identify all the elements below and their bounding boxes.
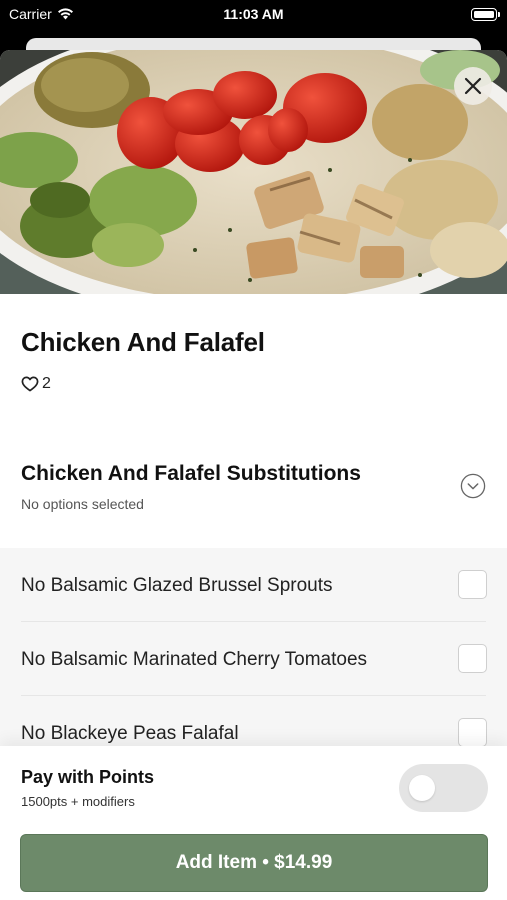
- option-label: No Balsamic Glazed Brussel Sprouts: [21, 575, 333, 596]
- points-cost: 1500pts + modifiers: [21, 794, 135, 809]
- toggle-knob: [409, 775, 435, 801]
- close-icon: [464, 77, 482, 95]
- collapse-group-button[interactable]: [460, 473, 486, 499]
- modifier-group-subtitle: No options selected: [21, 496, 144, 512]
- status-bar: Carrier 11:03 AM: [0, 0, 507, 34]
- option-label: No Balsamic Marinated Cherry Tomatoes: [21, 649, 368, 670]
- item-photo: [0, 50, 507, 294]
- pay-with-points-toggle[interactable]: [399, 764, 488, 812]
- like-count: 2: [42, 375, 51, 392]
- option-label: No Blackeye Peas Falafal: [21, 723, 239, 744]
- item-title: Chicken And Falafel: [21, 327, 265, 357]
- close-button[interactable]: [454, 67, 492, 105]
- battery-icon: [471, 8, 500, 21]
- item-detail-sheet: Chicken And Falafel 2 Chicken And Falafe…: [0, 50, 507, 900]
- like-button[interactable]: 2: [21, 375, 51, 393]
- add-item-button[interactable]: Add Item • $14.99: [20, 834, 488, 892]
- pay-with-points-label: Pay with Points: [21, 767, 155, 787]
- option-row[interactable]: No Balsamic Marinated Cherry Tomatoes: [0, 622, 507, 696]
- status-time: 11:03 AM: [223, 6, 284, 22]
- chevron-down-circle-icon: [460, 473, 486, 499]
- add-item-label: Add Item • $14.99: [175, 852, 333, 873]
- heart-outline-icon: [21, 376, 39, 392]
- option-checkbox[interactable]: [458, 570, 487, 599]
- option-row[interactable]: No Balsamic Glazed Brussel Sprouts: [0, 548, 507, 622]
- option-checkbox[interactable]: [458, 644, 487, 673]
- option-checkbox[interactable]: [458, 718, 487, 747]
- modifier-group-title: Chicken And Falafel Substitutions: [21, 462, 361, 485]
- checkout-panel: Pay with Points 1500pts + modifiers Add …: [0, 746, 507, 900]
